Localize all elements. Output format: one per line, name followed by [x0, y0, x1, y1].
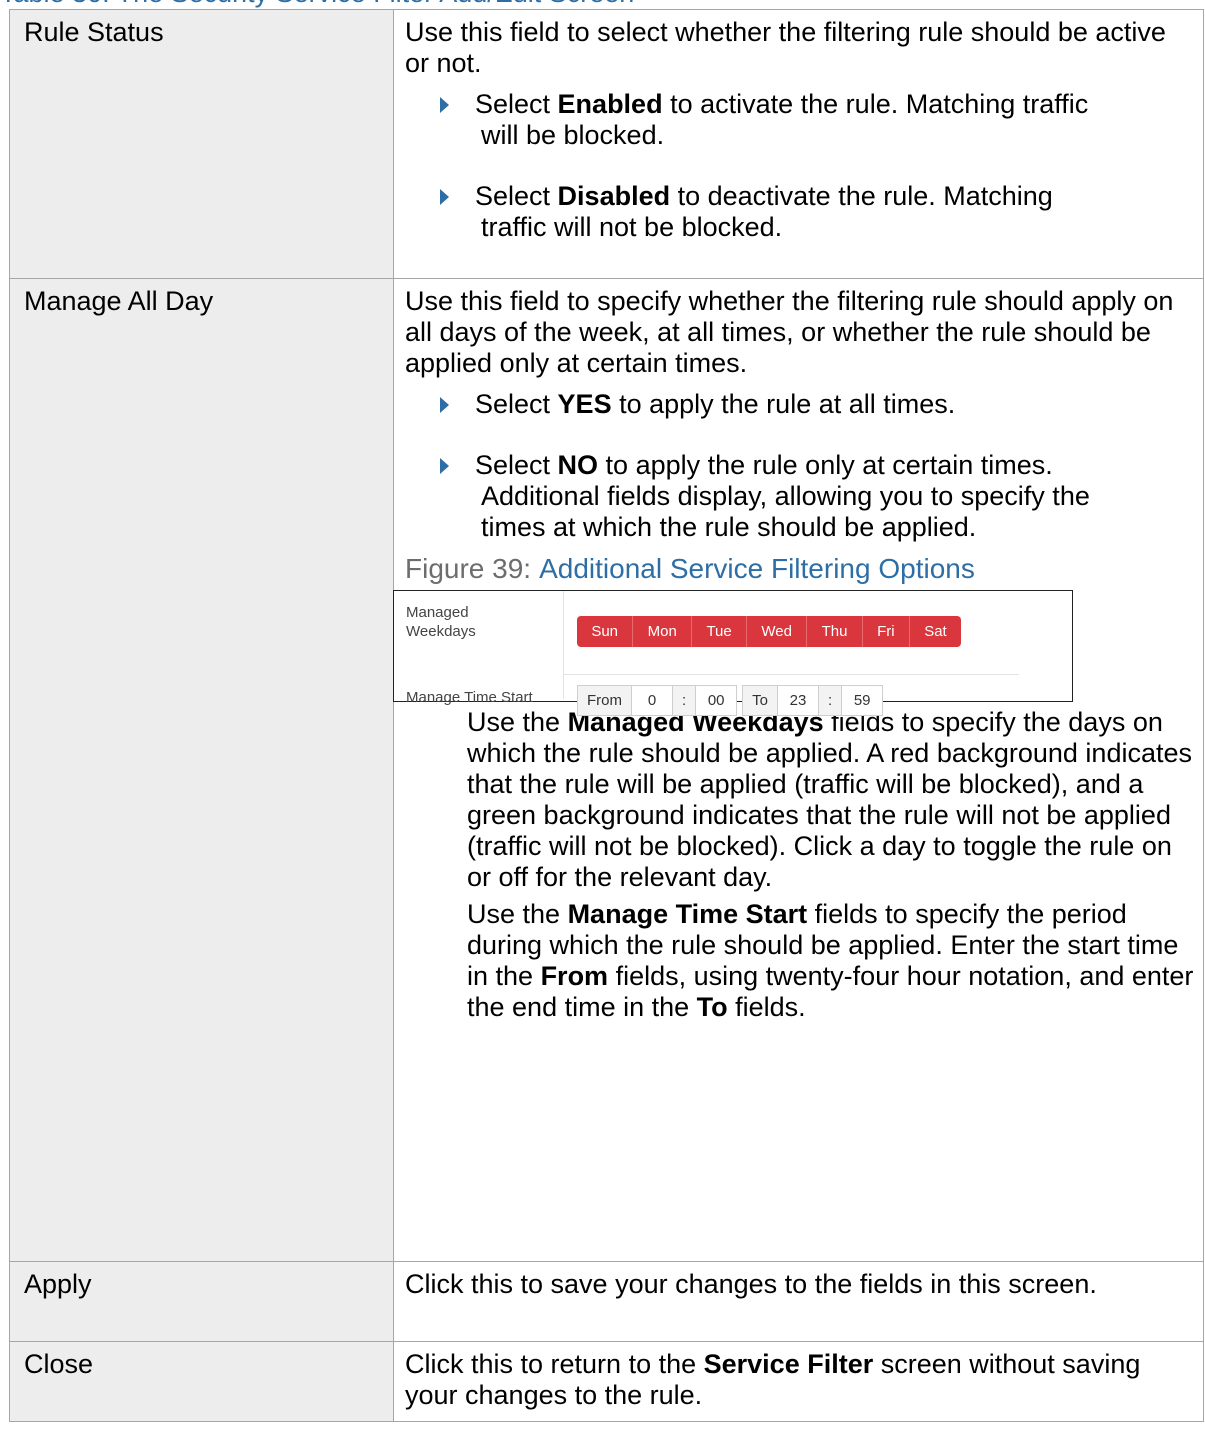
description-text: Use the Manage Time Start fields to spec… [467, 899, 1194, 1022]
table-row: Close Click this to return to the Servic… [9, 1341, 1204, 1422]
from-hour-input[interactable]: 0 [631, 685, 673, 716]
list-item: Select YES to apply the rule at all time… [405, 389, 1195, 420]
day-toggle-mon[interactable]: Mon [633, 616, 693, 647]
bullet-arrow-icon [440, 458, 449, 474]
description-text: Use this field to specify whether the fi… [405, 286, 1174, 378]
day-toggle-wed[interactable]: Wed [747, 616, 808, 647]
row-label: Close [9, 1341, 394, 1422]
to-hour-input[interactable]: 23 [777, 685, 820, 716]
table-caption: Table 30: The Security Service Filter Ad… [0, 0, 634, 8]
weekdays-label: Managed Weekdays [406, 604, 476, 640]
time-separator: : [672, 685, 697, 716]
figure-title: Figure 39: Additional Service Filtering O… [405, 553, 975, 584]
bullet-arrow-icon [440, 397, 449, 413]
divider [564, 674, 1019, 675]
row-description: Click this to return to the Service Filt… [393, 1341, 1204, 1422]
list-item: Select Disabled to deactivate the rule. … [405, 181, 1195, 243]
list-item: Select Enabled to activate the rule. Mat… [405, 89, 1195, 151]
day-toggle-thu[interactable]: Thu [807, 616, 863, 647]
day-toggle-fri[interactable]: Fri [863, 616, 910, 647]
reference-table: Rule Status Use this field to select whe… [9, 9, 1204, 1422]
day-toggle-sun[interactable]: Sun [577, 616, 634, 647]
row-description: Use this field to specify whether the fi… [393, 278, 1204, 1262]
time-range-fields: From 0 : 00 To 23 : 59 [577, 685, 884, 716]
table-row: Manage All Day Use this field to specify… [9, 278, 1204, 1262]
bullet-arrow-icon [440, 189, 449, 205]
figure-screenshot: Managed Weekdays Sun Mon Tue Wed Thu Fri… [393, 590, 1073, 716]
description-text: Use this field to select whether the fil… [405, 17, 1166, 78]
day-toggle-tue[interactable]: Tue [692, 616, 748, 647]
option-list: Select Enabled to activate the rule. Mat… [405, 89, 1195, 243]
row-description: Click this to save your changes to the f… [393, 1261, 1204, 1342]
row-label: Manage All Day [9, 278, 394, 1262]
row-description: Use this field to select whether the fil… [393, 9, 1204, 279]
row-label: Rule Status [9, 9, 394, 279]
bullet-arrow-icon [440, 97, 449, 113]
divider [563, 591, 564, 699]
to-label: To [742, 685, 779, 716]
from-minute-input[interactable]: 00 [695, 685, 738, 716]
description-text: Use the Managed Weekdays fields to speci… [467, 707, 1192, 892]
row-label: Apply [9, 1261, 394, 1342]
to-minute-input[interactable]: 59 [841, 685, 884, 716]
time-start-label: Manage Time Start [406, 689, 533, 706]
list-item: Select NO to apply the rule only at cert… [405, 450, 1195, 543]
from-label: From [577, 685, 632, 716]
weekday-selector: Sun Mon Tue Wed Thu Fri Sat [577, 616, 961, 647]
time-separator: : [818, 685, 843, 716]
option-list: Select YES to apply the rule at all time… [405, 389, 1195, 543]
day-toggle-sat[interactable]: Sat [910, 616, 961, 647]
table-row: Rule Status Use this field to select whe… [9, 9, 1204, 279]
table-row: Apply Click this to save your changes to… [9, 1261, 1204, 1342]
